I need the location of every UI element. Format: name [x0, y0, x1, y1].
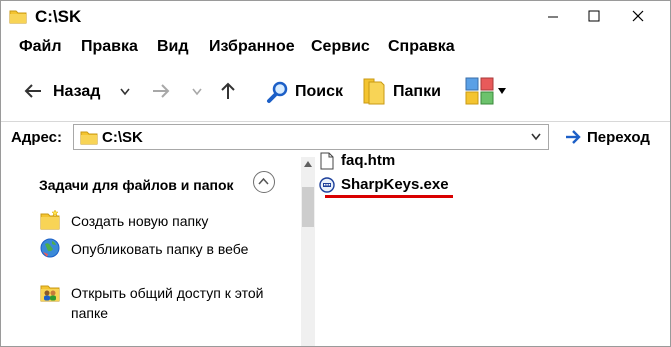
file-item-sharpkeys[interactable]: SharpKeys.exe — [317, 175, 467, 195]
task-new-folder[interactable]: Создать новую папку — [39, 209, 289, 233]
file-list: faq.htm SharpKeys.exe — [317, 151, 670, 346]
document-icon — [320, 152, 334, 170]
task-label: Открыть общий доступ к этой папке — [71, 285, 264, 321]
search-label: Поиск — [295, 83, 344, 100]
chevron-down-icon[interactable] — [191, 87, 203, 97]
views-button[interactable] — [463, 73, 511, 109]
maximize-icon[interactable] — [581, 5, 607, 27]
task-panel-header: Задачи для файлов и папок — [39, 177, 234, 193]
scrollbar-thumb[interactable] — [302, 187, 314, 227]
folders-label: Папки — [393, 83, 441, 100]
menu-file[interactable]: Файл — [19, 38, 62, 56]
menu-bar: Файл Правка Вид Избранное Сервис Справка — [1, 38, 670, 62]
go-button[interactable]: Переход — [561, 124, 666, 152]
address-label: Адрес: — [11, 129, 62, 146]
go-label: Переход — [587, 129, 650, 146]
address-input[interactable]: C:\SK — [73, 124, 549, 150]
file-name: faq.htm — [341, 152, 396, 169]
menu-help[interactable]: Справка — [388, 38, 455, 56]
toolbar: Назад Поиск Папки — [1, 73, 670, 111]
task-publish-web[interactable]: Опубликовать папку в вебе — [39, 237, 289, 281]
task-panel-scrollbar[interactable] — [301, 157, 315, 346]
folder-icon — [9, 10, 27, 24]
folders-button[interactable]: Папки — [359, 73, 449, 109]
up-button[interactable] — [217, 73, 241, 109]
chevron-up-icon — [258, 177, 269, 185]
arrow-up-icon — [221, 82, 235, 99]
back-label: Назад — [53, 83, 101, 100]
task-panel: Задачи для файлов и папок Создать новую … — [1, 157, 301, 346]
application-icon — [319, 177, 335, 193]
menu-edit[interactable]: Правка — [81, 38, 138, 56]
task-share-folder[interactable]: Открыть общий доступ к этой папке — [39, 281, 289, 325]
menu-favorites[interactable]: Избранное — [209, 38, 295, 56]
forward-button[interactable] — [147, 73, 207, 109]
close-icon[interactable] — [625, 5, 651, 27]
menu-view[interactable]: Вид — [157, 38, 189, 56]
collapse-button[interactable] — [253, 171, 275, 193]
task-label: Опубликовать папку в вебе — [71, 241, 249, 257]
address-value: C:\SK — [102, 129, 143, 146]
minimize-icon[interactable] — [540, 5, 566, 27]
explorer-window: C:\SK Файл Правка Вид Избранное Сервис С… — [0, 0, 671, 347]
views-icon — [465, 77, 494, 105]
chevron-down-icon[interactable] — [119, 87, 131, 97]
arrow-right-icon — [566, 130, 581, 144]
arrow-right-icon — [153, 84, 170, 98]
file-name: SharpKeys.exe — [341, 176, 449, 193]
chevron-down-icon[interactable] — [530, 132, 542, 142]
magnifier-icon — [267, 81, 288, 103]
file-item-faq[interactable]: faq.htm — [317, 151, 447, 171]
arrow-left-icon — [24, 84, 41, 98]
title-bar: C:\SK — [1, 1, 670, 33]
new-folder-icon — [40, 209, 60, 230]
back-button[interactable]: Назад — [19, 73, 134, 109]
menu-tools[interactable]: Сервис — [311, 38, 370, 56]
task-label: Создать новую папку — [71, 213, 209, 229]
folders-icon — [363, 78, 385, 105]
search-button[interactable]: Поиск — [263, 73, 351, 109]
share-folder-icon — [40, 285, 60, 302]
red-underline — [325, 195, 453, 198]
folder-icon — [80, 131, 98, 145]
triangle-down-icon[interactable] — [497, 87, 507, 95]
window-title: C:\SK — [35, 7, 82, 26]
publish-web-icon — [40, 238, 60, 258]
triangle-up-icon[interactable] — [304, 161, 312, 167]
